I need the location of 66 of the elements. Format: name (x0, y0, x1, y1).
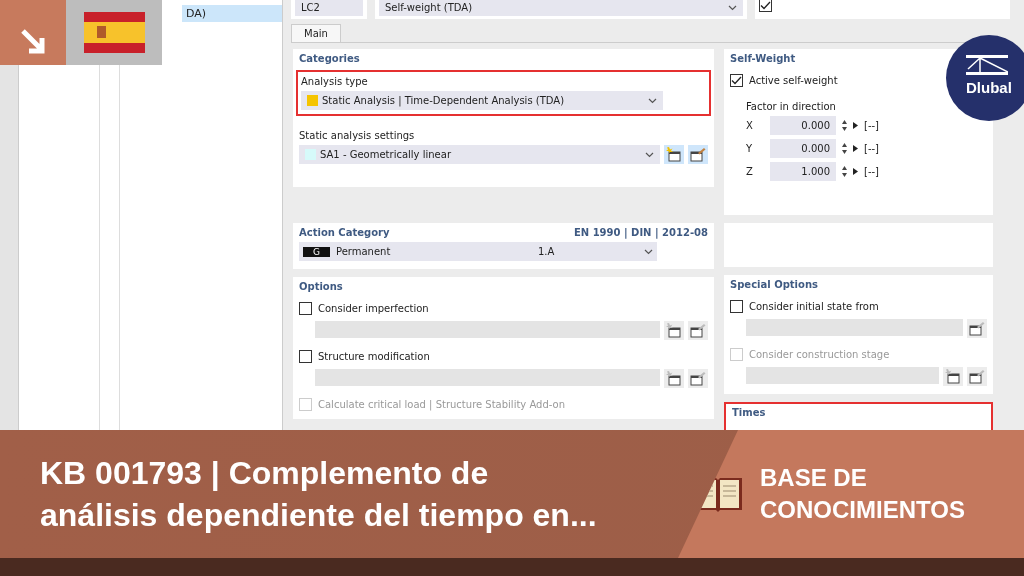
arrow-down-right-icon (19, 27, 47, 55)
load-case-name-dropdown[interactable]: Self-weight (TDA) (379, 0, 743, 16)
checkbox-label: Consider imperfection (318, 303, 429, 314)
checkbox-label: Consider initial state from (749, 301, 879, 312)
unit-label: [--] (864, 143, 880, 154)
chevron-down-icon (648, 97, 657, 104)
new-window-icon[interactable] (664, 321, 684, 340)
field-label: Analysis type (301, 76, 369, 87)
play-arrow-icon[interactable] (853, 145, 858, 152)
new-window-icon[interactable] (664, 369, 684, 388)
input-field[interactable] (315, 321, 660, 338)
checkbox-label: Active self-weight (749, 75, 838, 86)
logo: Dlubal (946, 35, 1024, 121)
section-title: Categories (299, 53, 360, 64)
standard-label: EN 1990 | DIN | 2012-08 (573, 227, 708, 238)
unit-label: [--] (864, 120, 880, 131)
article-title-line: análisis dependiente del tiempo en... (40, 496, 597, 535)
action-category-dropdown[interactable]: G Permanent 1.A (299, 242, 657, 261)
play-arrow-icon[interactable] (853, 168, 858, 175)
edit-window-icon[interactable] (967, 367, 987, 386)
chevron-down-icon (644, 248, 653, 255)
input-field[interactable] (315, 369, 660, 386)
tree-item[interactable]: DA) (182, 5, 282, 22)
edit-window-icon[interactable] (688, 321, 708, 340)
input-field[interactable] (746, 367, 939, 384)
article-title-line: KB 001793 | Complemento de (40, 454, 489, 493)
factor-field[interactable]: 0.000 (770, 116, 836, 135)
checkbox-label: Consider construction stage (749, 349, 890, 360)
field-label: Static analysis settings (299, 130, 416, 141)
section-title: Action Category (299, 227, 390, 238)
checkbox[interactable] (299, 302, 312, 315)
new-window-icon[interactable] (664, 145, 684, 164)
category-label: BASE DE CONOCIMIENTOS (760, 463, 966, 525)
section-title: Self-Weight (730, 53, 796, 64)
axis-label: Y (746, 143, 754, 154)
chevron-down-icon (728, 4, 737, 11)
edit-window-icon[interactable] (688, 369, 708, 388)
section-title: Special Options (730, 279, 818, 290)
unit-label: [--] (864, 166, 880, 177)
axis-label: Z (746, 166, 754, 177)
tab[interactable]: Main (291, 24, 341, 42)
input-field[interactable] (746, 319, 963, 336)
factor-field[interactable]: 1.000 (770, 162, 836, 181)
section-title: Options (299, 281, 343, 292)
checkbox[interactable] (730, 74, 743, 87)
edit-window-icon[interactable] (967, 319, 987, 338)
spinner-icon[interactable] (842, 143, 847, 154)
analysis-type-dropdown[interactable]: Static Analysis | Time-Dependent Analysis (TDA) (301, 91, 663, 110)
play-arrow-icon[interactable] (853, 122, 858, 129)
analysis-settings-dropdown[interactable]: SA1 - Geometrically linear (299, 145, 660, 164)
axis-label: X (746, 120, 754, 131)
factor-field[interactable]: 0.000 (770, 139, 836, 158)
spinner-icon[interactable] (842, 166, 847, 177)
spinner-icon[interactable] (842, 120, 847, 131)
edit-window-icon[interactable] (688, 145, 708, 164)
new-window-icon[interactable] (943, 367, 963, 386)
load-case-number-field[interactable]: LC2 (295, 0, 363, 16)
checkbox-label: Structure modification (318, 351, 430, 362)
checkbox[interactable] (299, 350, 312, 363)
checkbox[interactable] (730, 300, 743, 313)
flag-icon (83, 12, 145, 53)
checkbox[interactable] (759, 0, 772, 12)
section-title: Times (732, 407, 766, 418)
field-label: Factor in direction (746, 101, 837, 112)
checkbox-label: Calculate critical load | Structure Stability Add-on (318, 399, 566, 410)
chevron-down-icon (645, 151, 654, 158)
